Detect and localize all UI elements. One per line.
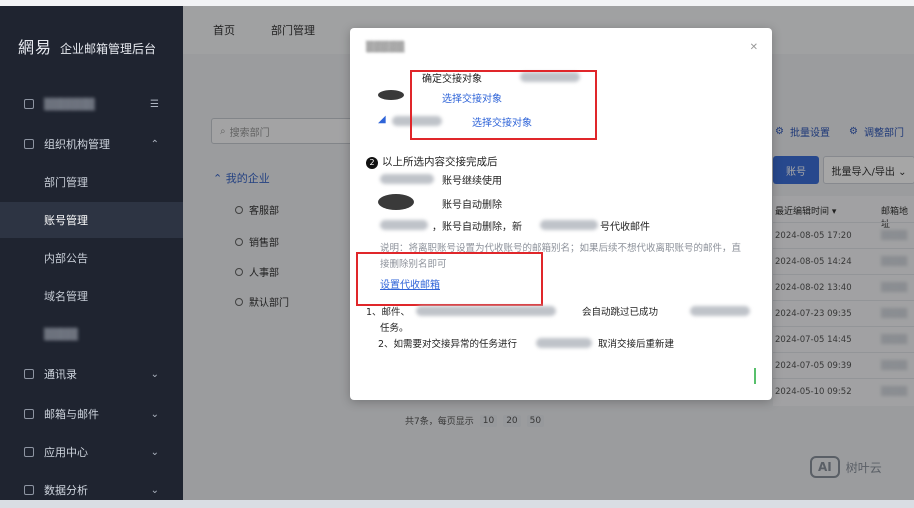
blurred-text	[380, 174, 434, 184]
section-title-text: 以上所选内容交接完成后	[382, 156, 498, 168]
option-delete[interactable]: 账号自动删除	[442, 196, 502, 211]
sidebar-item-domains[interactable]: 域名管理	[0, 278, 183, 314]
chevron-up-icon: ⌃	[150, 138, 159, 150]
step-number: 2	[366, 156, 378, 169]
blurred-text	[380, 220, 428, 230]
blurred-avatar	[378, 90, 404, 100]
option-keep[interactable]: 账号继续使用	[442, 172, 502, 187]
handover-modal: ▒▒▒▒▒ ✕ 确定交接对象 选择交接对象 ◢ 选择交接对象 2 以上所选内容交接…	[350, 28, 772, 400]
section-title: 2 以上所选内容交接完成后	[366, 154, 498, 169]
note-2a: 2、如需要对交接异常的任务进行	[378, 339, 518, 350]
sidebar-item-analytics[interactable]: 数据分析 ⌄	[0, 472, 183, 508]
sidebar-item-label: 部门管理	[44, 176, 88, 189]
sidebar-item-label: 账号管理	[44, 214, 88, 227]
sidebar-item-dept[interactable]: 部门管理	[0, 164, 183, 200]
brand-logo: 網易	[18, 38, 53, 57]
sidebar-item-accounts[interactable]: 账号管理	[0, 202, 183, 238]
blurred-label: ▒▒▒▒▒▒	[44, 97, 95, 111]
blurred-text	[416, 306, 556, 316]
blurred-text	[690, 306, 750, 316]
blurred-text	[540, 220, 598, 230]
watermark-badge: AI	[810, 456, 840, 478]
sidebar-item-label: 通讯录	[44, 368, 77, 381]
chevron-down-icon: ⌄	[150, 408, 159, 420]
auto-delete-note-2: 号代收邮件	[600, 222, 650, 233]
apps-icon	[24, 447, 34, 457]
watermark: AI 树叶云	[810, 456, 882, 478]
note-1a: 1、邮件、	[366, 307, 411, 318]
auto-delete-note: ，账号自动删除，新	[432, 222, 522, 233]
chevron-down-icon: ⌄	[150, 484, 159, 496]
sidebar-item-label: 应用中心	[44, 446, 88, 459]
sidebar-item-contacts[interactable]: 通讯录 ⌄	[0, 356, 183, 392]
collapse-icon[interactable]: ☰	[150, 99, 159, 110]
note-2b: 取消交接后重新建	[598, 339, 675, 350]
sidebar-item-label: 数据分析	[44, 484, 88, 497]
mail-icon	[24, 409, 34, 419]
sidebar-item-label: 组织机构管理	[44, 138, 110, 151]
sidebar-item-label: 邮箱与邮件	[44, 408, 99, 421]
sidebar-item-label: 内部公告	[44, 252, 88, 265]
brand: 網易 企业邮箱管理后台	[18, 34, 156, 58]
sidebar-item-announcements[interactable]: 内部公告	[0, 240, 183, 276]
blurred-avatar	[378, 194, 414, 210]
sidebar-item-org[interactable]: 组织机构管理 ⌃	[0, 126, 183, 162]
chart-icon	[24, 485, 34, 495]
sidebar-item-label: 域名管理	[44, 290, 88, 303]
blurred-text	[536, 338, 592, 348]
sidebar-item-blurred-2[interactable]: ▒▒▒▒	[0, 316, 183, 352]
sidebar-item-blurred[interactable]: ▒▒▒▒▒▒ ☰	[0, 86, 183, 122]
brand-title: 企业邮箱管理后台	[60, 42, 157, 56]
sidebar-item-mail[interactable]: 邮箱与邮件 ⌄	[0, 396, 183, 432]
chevron-down-icon: ⌄	[150, 446, 159, 458]
highlight-box-1	[410, 70, 597, 140]
highlight-box-2	[356, 252, 543, 306]
note-1c: 任务。	[380, 323, 409, 334]
sidebar-item-apps[interactable]: 应用中心 ⌄	[0, 434, 183, 470]
note-1b: 会自动跳过已成功	[582, 307, 659, 318]
contacts-icon: ◢	[378, 114, 386, 125]
modal-title-blurred: ▒▒▒▒▒	[366, 42, 405, 53]
watermark-name: 树叶云	[845, 460, 882, 475]
chevron-down-icon: ⌄	[150, 368, 159, 380]
org-icon	[24, 139, 34, 149]
blurred-label: ▒▒▒▒	[44, 327, 78, 341]
scrollbar-thumb[interactable]	[754, 368, 756, 384]
contacts-icon	[24, 369, 34, 379]
sidebar: 網易 企业邮箱管理后台 ▒▒▒▒▒▒ ☰ 组织机构管理 ⌃ 部门管理 账号管理 …	[0, 6, 183, 500]
home-icon	[24, 99, 34, 109]
close-icon[interactable]: ✕	[750, 42, 758, 53]
